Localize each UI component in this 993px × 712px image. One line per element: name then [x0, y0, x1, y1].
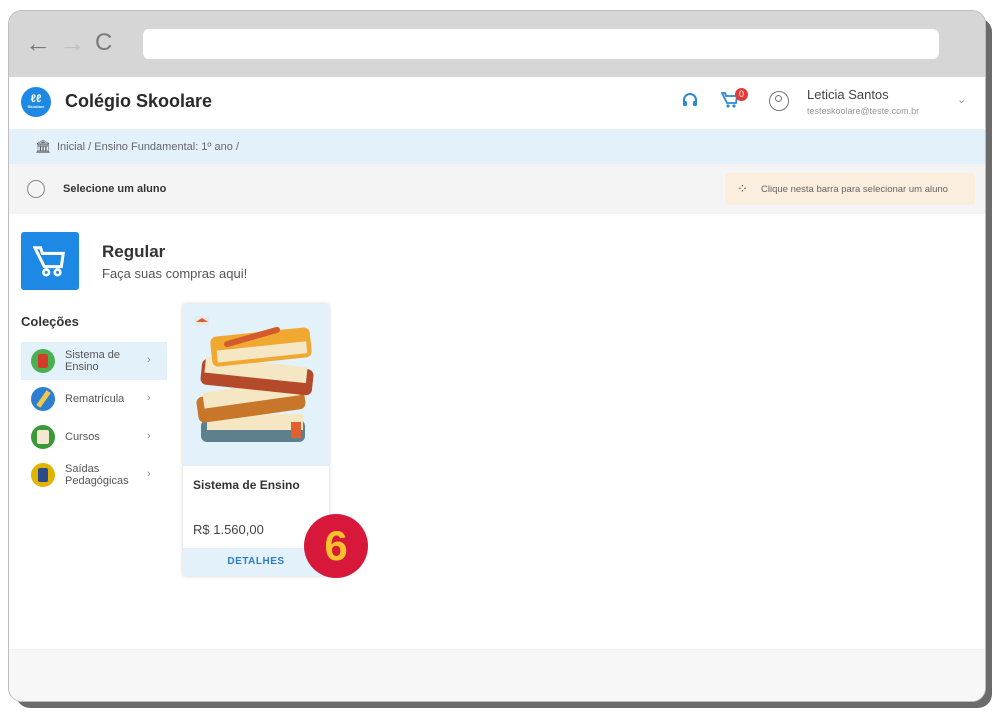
- school-name: Colégio Skoolare: [65, 91, 213, 111]
- collection-item-label: Sistema de Ensino: [65, 349, 121, 373]
- product-name: Sistema de Ensino: [193, 478, 300, 492]
- step-number-badge: 6: [304, 514, 368, 578]
- user-email: testeskoolare@teste.com.br: [807, 106, 920, 116]
- student-selector-label[interactable]: Selecione um aluno: [63, 183, 166, 195]
- cart-count-badge: 0: [735, 88, 748, 101]
- logo-subtext: Skoolare: [27, 104, 45, 109]
- app-header: ℓℓ Skoolare Colégio Skoolare 0 Leticia S…: [9, 77, 985, 130]
- school-building-icon: 🏛: [35, 139, 52, 154]
- user-avatar-icon[interactable]: [769, 91, 789, 111]
- user-circle-icon: [27, 180, 45, 198]
- section-subtitle: Faça suas compras aqui!: [102, 266, 248, 281]
- chevron-right-icon: ›: [147, 430, 151, 442]
- certificate-icon: [31, 425, 55, 449]
- headset-icon[interactable]: [681, 91, 699, 114]
- collections-title: Coleções: [21, 314, 79, 329]
- collection-item-label: Cursos: [65, 431, 100, 443]
- chevron-right-icon: ›: [147, 392, 151, 404]
- breadcrumb-path[interactable]: Inicial / Ensino Fundamental: 1º ano /: [57, 141, 239, 153]
- section-title: Regular: [102, 242, 166, 261]
- click-pointer-icon: ⁘: [737, 181, 748, 196]
- student-selector-hint[interactable]: ⁘ Clique nesta barra para selecionar um …: [725, 173, 975, 205]
- collection-item-label: Saídas Pedagógicas: [65, 463, 129, 487]
- book-icon: [31, 349, 55, 373]
- passport-icon: [31, 463, 55, 487]
- student-selector-bar[interactable]: Selecione um aluno ⁘ Clique nesta barra …: [9, 164, 985, 214]
- browser-window: ← → C ℓℓ Skoolare Colégio Skoolare 0 Let…: [8, 10, 986, 702]
- reload-icon[interactable]: C: [95, 29, 112, 57]
- logo-mark: ℓℓ: [30, 93, 42, 105]
- chevron-right-icon: ›: [147, 468, 151, 480]
- address-bar[interactable]: [143, 29, 939, 59]
- breadcrumb: 🏛 Inicial / Ensino Fundamental: 1º ano /: [9, 130, 985, 164]
- cart-icon: [21, 232, 79, 290]
- main-content: Regular Faça suas compras aqui! Coleções…: [9, 214, 985, 650]
- user-name[interactable]: Leticia Santos: [807, 87, 889, 102]
- product-image[interactable]: [183, 304, 329, 466]
- collection-item-saidas-pedagogicas[interactable]: Saídas Pedagógicas ›: [21, 456, 167, 494]
- school-logo[interactable]: ℓℓ Skoolare: [21, 87, 51, 117]
- page-footer: [9, 649, 985, 701]
- collection-item-sistema-de-ensino[interactable]: Sistema de Ensino ›: [21, 342, 167, 380]
- pencil-icon: [31, 387, 55, 411]
- product-price: R$ 1.560,00: [193, 522, 264, 537]
- collection-item-rematricula[interactable]: Rematrícula ›: [21, 380, 167, 418]
- forward-arrow-icon[interactable]: →: [59, 28, 85, 59]
- collection-item-label: Rematrícula: [65, 393, 125, 405]
- back-arrow-icon[interactable]: ←: [25, 28, 51, 59]
- books-illustration: [195, 316, 314, 442]
- chevron-right-icon: ›: [147, 354, 151, 366]
- chevron-down-icon[interactable]: ⌄: [957, 93, 966, 106]
- student-selector-hint-text: Clique nesta barra para selecionar um al…: [761, 184, 948, 195]
- collection-item-cursos[interactable]: Cursos ›: [21, 418, 167, 456]
- browser-toolbar: ← → C: [9, 11, 985, 77]
